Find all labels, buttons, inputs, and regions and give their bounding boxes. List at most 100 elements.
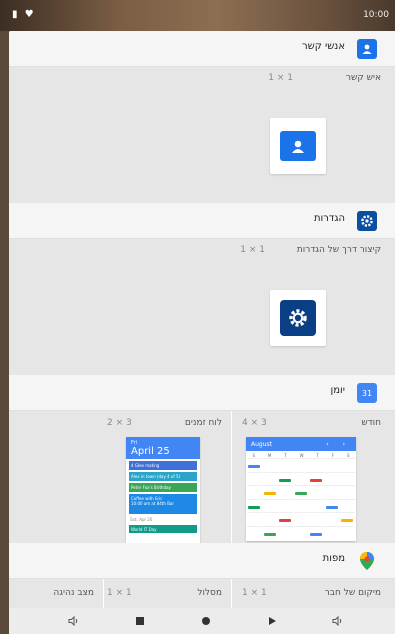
schedule-event: 4 Glee mating bbox=[129, 461, 197, 470]
widget-size-route: 1 × 1 bbox=[107, 588, 132, 598]
widget-size-contact: 1 × 1 bbox=[268, 73, 293, 83]
month-day-cell bbox=[247, 512, 262, 525]
widget-preview-contact[interactable] bbox=[270, 118, 326, 174]
month-day-cell bbox=[340, 498, 355, 512]
month-event-chip bbox=[263, 532, 276, 536]
weekday-row: SMTWTFS bbox=[246, 451, 356, 458]
month-day-cell bbox=[278, 498, 293, 512]
widget-area-settings: קיצור דרך של הגדרות 1 × 1 bbox=[9, 239, 395, 375]
widget-label-friend-location: מיקום של חבר bbox=[324, 588, 381, 598]
month-name: August bbox=[251, 441, 272, 448]
app-title-calendar: יומן bbox=[330, 385, 345, 396]
widget-area-contacts: איש קשר 1 × 1 bbox=[9, 67, 395, 203]
widget-label-month: חודש bbox=[361, 418, 381, 428]
status-icons: ▮ ♥ bbox=[12, 9, 36, 20]
month-day-cell bbox=[293, 458, 309, 471]
month-day-cell bbox=[247, 485, 262, 498]
month-nav-arrows: ‹ › bbox=[326, 441, 351, 448]
month-event-chip bbox=[341, 519, 353, 522]
settings-gear-icon bbox=[280, 300, 316, 336]
volume-icon[interactable] bbox=[331, 615, 345, 627]
widget-area-calendar: חודש 4 × 3 לוח זמנים 2 × 3 August ‹ › SM… bbox=[9, 411, 395, 543]
month-day-cell bbox=[278, 485, 293, 498]
widget-picker-sheet: אנשי קשר איש קשר 1 × 1 הגדרות קיצור דרך … bbox=[9, 31, 395, 634]
month-day-cell bbox=[340, 471, 355, 485]
month-event-chip bbox=[263, 492, 276, 495]
contact-card-icon bbox=[280, 131, 316, 161]
widget-size-friend-location: 1 × 1 bbox=[242, 588, 267, 598]
widget-preview-month[interactable]: August ‹ › SMTWTFS bbox=[246, 437, 356, 541]
month-day-cell bbox=[340, 485, 355, 498]
widget-size-settings-shortcut: 1 × 1 bbox=[240, 245, 265, 255]
widget-divider bbox=[231, 411, 232, 543]
back-button[interactable] bbox=[265, 615, 279, 627]
widget-size-month: 4 × 3 bbox=[242, 418, 267, 428]
schedule-event-detail: 10:00 am at 84th Bar bbox=[131, 501, 175, 506]
month-event-chip bbox=[248, 465, 260, 468]
status-time: 10:00 bbox=[363, 10, 389, 20]
month-day-cell bbox=[340, 458, 355, 471]
map-pin-icon bbox=[357, 551, 377, 571]
month-grid bbox=[246, 458, 356, 540]
month-day-cell bbox=[262, 471, 278, 485]
month-day-cell bbox=[309, 458, 324, 471]
navigation-bar bbox=[9, 608, 395, 634]
month-day-cell bbox=[262, 498, 278, 512]
month-day-cell bbox=[324, 525, 340, 539]
schedule-events: 4 Glee mating Alex in town (day 4 of 5) … bbox=[126, 459, 200, 535]
schedule-event: World IT Day bbox=[129, 525, 197, 533]
month-header: August ‹ › bbox=[246, 437, 356, 451]
widget-label-contact: איש קשר bbox=[345, 73, 381, 83]
widget-divider bbox=[231, 579, 232, 608]
month-event-chip bbox=[248, 505, 260, 509]
widget-area-maps: מיקום של חבר 1 × 1 מסלול 1 × 1 מצב נהיגה bbox=[9, 579, 395, 608]
month-day-cell bbox=[309, 512, 324, 525]
month-day-cell bbox=[309, 498, 324, 512]
widget-size-schedule: 2 × 3 bbox=[107, 418, 132, 428]
month-day-cell bbox=[247, 525, 262, 539]
schedule-event: Alex in town (day 4 of 5) bbox=[129, 472, 197, 481]
month-day-cell bbox=[309, 485, 324, 498]
schedule-event: Coffee with Eric 10:00 am at 84th Bar bbox=[129, 494, 197, 514]
month-event-chip bbox=[294, 492, 307, 495]
month-day-cell bbox=[340, 525, 355, 539]
widget-preview-settings[interactable] bbox=[270, 290, 326, 346]
month-day-cell bbox=[324, 458, 340, 471]
month-event-chip bbox=[310, 478, 322, 482]
schedule-header: Fri April 25 bbox=[126, 437, 200, 459]
app-header-contacts[interactable]: אנשי קשר bbox=[9, 31, 395, 67]
widget-divider bbox=[103, 579, 104, 608]
month-event-chip bbox=[310, 532, 322, 536]
month-day-cell bbox=[293, 525, 309, 539]
app-header-settings[interactable]: הגדרות bbox=[9, 203, 395, 239]
gear-icon bbox=[357, 211, 377, 231]
month-day-cell bbox=[324, 485, 340, 498]
month-event-chip bbox=[279, 478, 291, 482]
month-day-cell bbox=[324, 512, 340, 525]
month-day-cell bbox=[278, 525, 293, 539]
app-title-maps: מפות bbox=[322, 553, 345, 564]
volume-icon[interactable] bbox=[67, 615, 81, 627]
contacts-icon bbox=[357, 39, 377, 59]
schedule-event: Peter Fox's Birthday bbox=[129, 483, 197, 492]
widget-label-route: מסלול bbox=[197, 588, 222, 598]
app-header-maps[interactable]: מפות bbox=[9, 543, 395, 579]
widget-label-schedule: לוח זמנים bbox=[184, 418, 222, 428]
month-day-cell bbox=[293, 498, 309, 512]
schedule-next-day: Sat, Apr 26 bbox=[130, 517, 153, 522]
home-button[interactable] bbox=[199, 615, 213, 627]
widget-label-settings-shortcut: קיצור דרך של הגדרות bbox=[296, 245, 381, 255]
month-event-chip bbox=[279, 519, 291, 522]
status-bar: ▮ ♥ 10:00 bbox=[0, 0, 395, 31]
app-title-contacts: אנשי קשר bbox=[301, 41, 345, 52]
month-day-cell bbox=[324, 471, 340, 485]
widget-preview-schedule[interactable]: Fri April 25 4 Glee mating Alex in town … bbox=[126, 437, 200, 543]
calendar-icon: 31 bbox=[357, 383, 377, 403]
month-day-cell bbox=[247, 471, 262, 485]
month-day-cell bbox=[262, 458, 278, 471]
schedule-date: April 25 bbox=[131, 446, 170, 457]
recents-button[interactable] bbox=[133, 615, 147, 627]
app-header-calendar[interactable]: יומן 31 bbox=[9, 375, 395, 411]
month-day-cell bbox=[293, 512, 309, 525]
app-title-settings: הגדרות bbox=[313, 213, 345, 224]
